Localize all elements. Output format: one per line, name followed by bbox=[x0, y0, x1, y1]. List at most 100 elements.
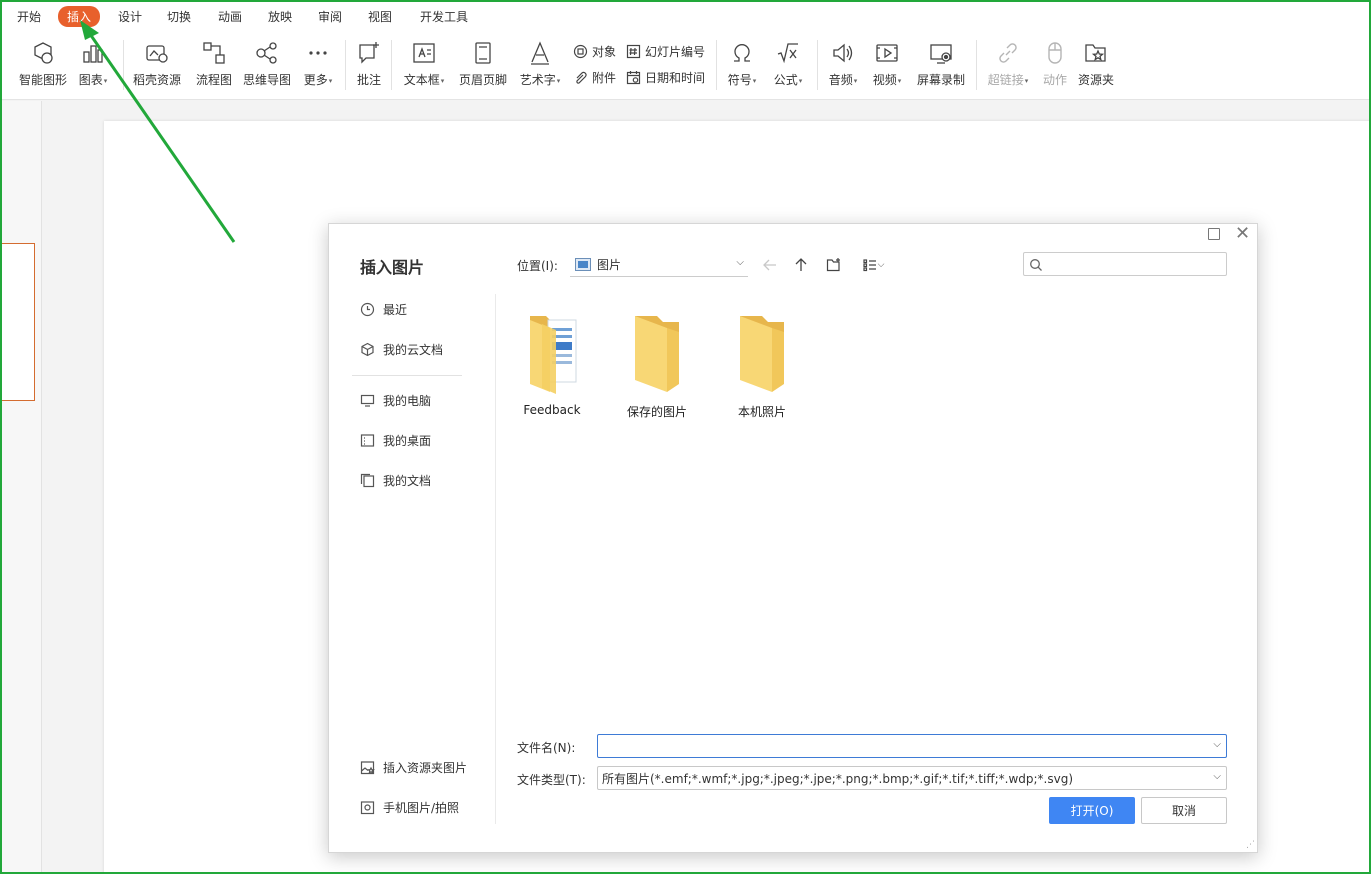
slide-number-icon bbox=[626, 44, 641, 58]
filename-label: 文件名(N): bbox=[517, 741, 576, 755]
wordart-button[interactable]: 艺术字▾ bbox=[516, 36, 564, 90]
sidebar-divider bbox=[352, 375, 462, 376]
comment-button[interactable]: 批注 bbox=[353, 36, 385, 90]
folder-item-camera-roll[interactable]: 本机照片 bbox=[716, 308, 808, 420]
folder-item-saved-pictures[interactable]: 保存的图片 bbox=[611, 308, 703, 420]
desktop-icon bbox=[360, 433, 375, 447]
open-button[interactable]: 打开(O) bbox=[1049, 797, 1135, 824]
folder-with-document-icon bbox=[530, 316, 577, 394]
search-input[interactable] bbox=[1023, 252, 1227, 276]
folder-name: 保存的图片 bbox=[626, 405, 687, 419]
sidebar-item-label: 最近 bbox=[383, 302, 408, 317]
smart-shape-button[interactable]: 智能图形 bbox=[17, 36, 69, 90]
action-label: 动作 bbox=[1042, 73, 1067, 87]
calendar-icon bbox=[626, 70, 641, 84]
slide-number-button[interactable]: 幻灯片编号 bbox=[626, 41, 705, 61]
mindmap-icon bbox=[256, 42, 277, 64]
resource-folder-button[interactable]: 资源夹 bbox=[1076, 36, 1116, 90]
folder-icon bbox=[740, 316, 784, 392]
hyperlink-button[interactable]: 超链接▾ bbox=[984, 36, 1032, 90]
menu-tab-home[interactable]: 开始 bbox=[17, 8, 41, 25]
resource-folder-label: 资源夹 bbox=[1077, 73, 1114, 87]
up-folder-button[interactable] bbox=[791, 255, 811, 275]
ribbon-divider bbox=[716, 40, 717, 90]
comment-icon bbox=[359, 42, 379, 64]
menu-tab-insert[interactable]: 插入 bbox=[58, 6, 101, 27]
formula-label: 公式 bbox=[773, 73, 798, 87]
close-icon[interactable]: ✕ bbox=[1235, 223, 1250, 244]
symbol-button[interactable]: 符号▾ bbox=[724, 36, 760, 90]
back-button[interactable] bbox=[760, 255, 780, 275]
textbox-icon bbox=[413, 43, 435, 63]
chevron-down-icon: ▾ bbox=[440, 76, 445, 85]
filetype-select[interactable]: 所有图片(*.emf;*.wmf;*.jpg;*.jpeg;*.jpe;*.pn… bbox=[597, 766, 1227, 790]
chevron-down-icon: ▾ bbox=[897, 76, 902, 85]
chevron-down-icon[interactable]: ⌵ bbox=[1213, 739, 1221, 750]
chevron-down-icon: ▾ bbox=[328, 76, 333, 85]
docer-resources-button[interactable]: 稻壳资源 bbox=[131, 36, 183, 90]
chevron-down-icon: ⌵ bbox=[736, 257, 744, 268]
flowchart-label: 流程图 bbox=[195, 73, 232, 87]
filename-combobox[interactable]: ⌵ bbox=[597, 734, 1227, 758]
sidebar-item-recent[interactable]: 最近 bbox=[360, 299, 407, 319]
folder-name: Feedback bbox=[523, 403, 581, 417]
sidebar-item-insert-from-library[interactable]: 插入资源夹图片 bbox=[360, 757, 467, 777]
cancel-button[interactable]: 取消 bbox=[1141, 797, 1227, 824]
menu-tab-slideshow[interactable]: 放映 bbox=[268, 8, 292, 25]
attachment-button[interactable]: 附件 bbox=[573, 67, 616, 87]
sidebar-item-cloud-docs[interactable]: 我的云文档 bbox=[360, 339, 443, 359]
date-time-button[interactable]: 日期和时间 bbox=[626, 67, 705, 87]
sidebar-item-label: 我的文档 bbox=[383, 473, 432, 488]
chevron-down-icon: ⌵ bbox=[1213, 771, 1221, 782]
header-footer-button[interactable]: 页眉页脚 bbox=[457, 36, 509, 90]
mouse-icon bbox=[1048, 42, 1062, 64]
audio-label: 音频 bbox=[828, 73, 853, 87]
formula-button[interactable]: 公式▾ bbox=[770, 36, 806, 90]
flowchart-button[interactable]: 流程图 bbox=[194, 36, 234, 90]
new-folder-button[interactable] bbox=[824, 255, 844, 275]
maximize-icon[interactable] bbox=[1208, 228, 1220, 240]
action-button[interactable]: 动作 bbox=[1040, 36, 1070, 90]
hyperlink-label: 超链接 bbox=[987, 73, 1024, 87]
arrow-up-icon bbox=[795, 258, 807, 271]
textbox-button[interactable]: 文本框▾ bbox=[400, 36, 448, 90]
sidebar-item-my-computer[interactable]: 我的电脑 bbox=[360, 390, 431, 410]
speaker-icon bbox=[833, 43, 853, 63]
location-label: 位置(I): bbox=[517, 259, 558, 273]
menu-tab-review[interactable]: 审阅 bbox=[318, 8, 342, 25]
documents-icon bbox=[360, 473, 375, 487]
folder-name: 本机照片 bbox=[737, 405, 786, 419]
menu-tab-view[interactable]: 视图 bbox=[368, 8, 392, 25]
sidebar-item-phone-photo[interactable]: 手机图片/拍照 bbox=[360, 797, 459, 817]
view-mode-button[interactable]: ⌵ bbox=[857, 255, 889, 275]
sidebar-item-my-documents[interactable]: 我的文档 bbox=[360, 470, 431, 490]
resize-grip-icon[interactable]: ⋰ bbox=[1246, 840, 1255, 850]
phone-image-icon bbox=[360, 800, 375, 814]
sidebar-item-label: 插入资源夹图片 bbox=[383, 760, 468, 775]
menu-tab-transition[interactable]: 切换 bbox=[167, 8, 191, 25]
filename-input[interactable] bbox=[602, 739, 1204, 753]
ribbon-divider bbox=[345, 40, 346, 90]
sidebar-divider-vertical bbox=[495, 294, 496, 824]
menu-tab-design[interactable]: 设计 bbox=[118, 8, 142, 25]
object-button[interactable]: 对象 bbox=[573, 41, 616, 61]
sidebar-item-label: 手机图片/拍照 bbox=[383, 800, 460, 815]
menu-tab-animation[interactable]: 动画 bbox=[218, 8, 242, 25]
clock-icon bbox=[360, 302, 375, 316]
menu-tab-developer[interactable]: 开发工具 bbox=[420, 8, 468, 25]
sidebar-item-label: 我的云文档 bbox=[383, 342, 444, 357]
docer-resources-label: 稻壳资源 bbox=[132, 73, 181, 87]
audio-button[interactable]: 音频▾ bbox=[825, 36, 861, 90]
textbox-label: 文本框 bbox=[403, 73, 440, 87]
screen-record-button[interactable]: 屏幕录制 bbox=[915, 36, 967, 90]
slide-thumbnail-selected[interactable] bbox=[0, 243, 35, 401]
sidebar-item-my-desktop[interactable]: 我的桌面 bbox=[360, 430, 431, 450]
chevron-down-icon: ▾ bbox=[853, 76, 858, 85]
wordart-icon bbox=[531, 41, 549, 65]
mindmap-button[interactable]: 思维导图 bbox=[241, 36, 293, 90]
more-button[interactable]: 更多▾ bbox=[300, 36, 336, 90]
video-button[interactable]: 视频▾ bbox=[869, 36, 905, 90]
folder-item-feedback[interactable]: Feedback bbox=[506, 308, 598, 417]
chart-button[interactable]: 图表▾ bbox=[75, 36, 111, 90]
location-select[interactable]: 图片 ⌵ bbox=[570, 253, 748, 277]
